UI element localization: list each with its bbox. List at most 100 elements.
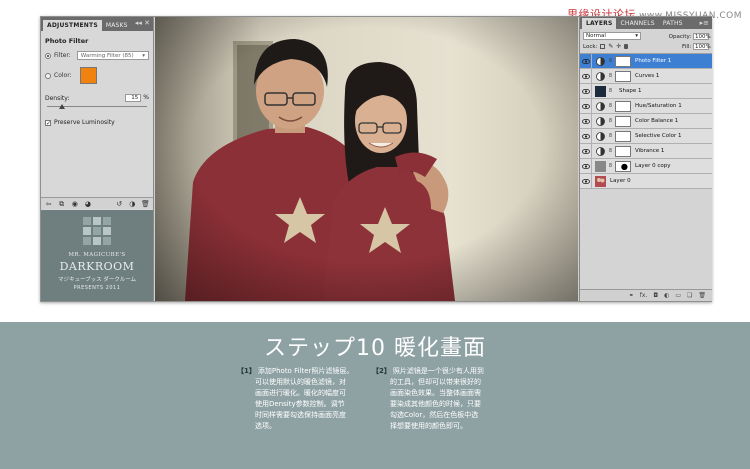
tab-masks[interactable]: MASKS <box>102 20 132 31</box>
step-text: 画面进行暖化。暖化的幅度可 <box>255 389 346 397</box>
layers-panel: LAYERS CHANNELS PATHS ▸≡ Normal ▾ Opacity… <box>579 17 712 301</box>
color-row: Color: <box>41 62 153 86</box>
layer-row[interactable]: 8 Shape 1 <box>580 83 712 99</box>
layer-row[interactable]: 8 Photo Filter 1 <box>580 53 712 69</box>
new-layer-icon[interactable]: ❏ <box>687 292 692 299</box>
new-group-icon[interactable]: ▭ <box>675 292 681 299</box>
color-swatch[interactable] <box>79 67 97 84</box>
trash-icon[interactable]: 🗑 <box>698 292 706 299</box>
new-adjustment-icon[interactable]: ◐ <box>664 292 669 299</box>
density-unit: % <box>143 94 149 101</box>
chevron-down-icon: ▾ <box>142 53 145 59</box>
layer-mask-thumbnail[interactable] <box>615 55 631 67</box>
step-text-line: 时同样需要勾选保持画面亮度 <box>237 410 357 421</box>
filter-select[interactable]: Warming Filter (85) ▾ <box>76 51 149 60</box>
step-text-line: 勾选Color，然后在色板中选 <box>372 410 487 421</box>
link-layers-icon[interactable]: ⚭ <box>629 292 634 299</box>
step-text: 要染成其他颜色的时候，只要 <box>390 400 481 408</box>
preserve-luminosity-label: Preserve Luminosity <box>54 119 115 126</box>
trash-icon[interactable]: 🗑 <box>141 200 150 208</box>
eye-icon[interactable] <box>580 83 592 99</box>
layer-mask-thumbnail[interactable] <box>615 100 631 112</box>
step-text-line: 使用Density参数控制。调节 <box>237 399 357 410</box>
tab-adjustments[interactable]: ADJUSTMENTS <box>43 20 102 31</box>
clip-layer-icon[interactable]: ◉ <box>70 200 79 208</box>
link-chain-icon[interactable]: 8 <box>608 103 613 109</box>
eye-icon[interactable] <box>580 143 592 159</box>
lock-all-icon[interactable] <box>624 44 629 49</box>
link-chain-icon[interactable]: 8 <box>608 73 613 79</box>
step-text-line: 择想要使用的颜色即可。 <box>372 421 487 432</box>
photo-canvas[interactable] <box>155 17 578 301</box>
eye-icon[interactable] <box>580 68 592 84</box>
eye-icon[interactable] <box>580 53 592 69</box>
layer-row[interactable]: Layer 0 <box>580 173 712 189</box>
layer-mask-thumbnail[interactable] <box>615 130 631 142</box>
shape-thumbnail <box>595 85 606 97</box>
visibility-eye-icon[interactable]: ◕ <box>83 200 92 208</box>
layer-mask-thumbnail[interactable] <box>615 145 631 157</box>
eye-icon[interactable] <box>580 98 592 114</box>
layer-row[interactable]: 8 Curves 1 <box>580 68 712 84</box>
layer-name: Hue/Saturation 1 <box>635 103 682 109</box>
layer-mask-thumbnail[interactable] <box>615 70 631 82</box>
adjustments-tabbar: ADJUSTMENTS MASKS ◂◂ ✕ <box>41 17 153 31</box>
link-chain-icon[interactable]: 8 <box>608 133 613 139</box>
layer-row[interactable]: 8 Layer 0 copy <box>580 158 712 174</box>
filter-radio[interactable] <box>45 52 51 59</box>
adjustment-title: Photo Filter <box>45 37 89 45</box>
expand-view-icon[interactable]: ⧉ <box>57 200 66 208</box>
layer-name: Color Balance 1 <box>635 118 679 124</box>
density-input[interactable]: 15 <box>125 94 142 102</box>
preserve-luminosity-checkbox[interactable]: ✓ <box>45 119 51 126</box>
filter-row: Filter: Warming Filter (85) ▾ <box>41 49 153 62</box>
lock-transparent-icon[interactable] <box>600 44 606 49</box>
density-slider[interactable] <box>47 103 147 111</box>
density-row: Density: 15% <box>41 86 153 102</box>
step-text-column-1: 【1】 添加Photo Filter照片滤镜层。 可以使用默认的暖色滤镜，对 画面进行… <box>237 366 357 432</box>
eye-icon[interactable] <box>580 128 592 144</box>
density-slider-thumb[interactable] <box>59 104 65 109</box>
view-previous-icon[interactable]: ↺ <box>115 200 124 208</box>
link-chain-icon[interactable]: 8 <box>608 88 613 94</box>
eye-icon[interactable] <box>580 113 592 129</box>
preserve-luminosity-row: ✓ Preserve Luminosity <box>41 111 153 134</box>
link-chain-icon[interactable]: 8 <box>608 118 613 124</box>
link-chain-icon[interactable]: 8 <box>608 148 613 154</box>
fill-input[interactable]: 100% <box>693 43 711 50</box>
add-mask-icon[interactable]: ◘ <box>653 292 658 299</box>
layer-row[interactable]: 8 Selective Color 1 <box>580 128 712 144</box>
tab-channels[interactable]: CHANNELS <box>616 18 658 29</box>
darkroom-line1: MR. MAGICUBE'S <box>68 252 126 258</box>
panel-collapse-icon[interactable]: ◂◂ ✕ <box>135 19 150 27</box>
opacity-input[interactable]: 100% <box>693 32 711 40</box>
layer-mask-thumbnail[interactable] <box>615 115 631 127</box>
tab-paths[interactable]: PATHS <box>659 18 687 29</box>
layer-row[interactable]: 8 Vibrance 1 <box>580 143 712 159</box>
panel-menu-icon[interactable]: ▸≡ <box>700 19 709 27</box>
eye-icon[interactable] <box>580 158 592 174</box>
lock-move-icon[interactable]: ✛ <box>616 44 621 50</box>
back-arrow-icon[interactable]: ⇦ <box>44 200 53 208</box>
layers-tabbar: LAYERS CHANNELS PATHS ▸≡ <box>580 17 712 29</box>
layer-name: Layer 0 <box>610 178 631 184</box>
eye-icon[interactable] <box>580 173 592 189</box>
link-chain-icon[interactable]: 8 <box>608 58 613 64</box>
layer-name: Layer 0 copy <box>635 163 671 169</box>
layer-list: 8 Photo Filter 1 8 Curves 1 8 Shape 1 8 Hue/Sat… <box>580 53 712 189</box>
fx-icon[interactable]: fx. <box>640 292 648 299</box>
layer-row[interactable]: 8 Hue/Saturation 1 <box>580 98 712 114</box>
color-radio[interactable] <box>45 72 51 79</box>
chevron-down-icon: ▾ <box>635 33 638 39</box>
couple-photo <box>155 17 578 301</box>
tab-layers[interactable]: LAYERS <box>582 18 617 29</box>
reset-icon[interactable]: ◑ <box>128 200 137 208</box>
adjustment-layer-icon <box>595 56 606 67</box>
layer-mask-thumbnail[interactable] <box>615 160 631 172</box>
blend-mode-select[interactable]: Normal ▾ <box>583 32 641 40</box>
cube-grid-logo-icon <box>41 217 153 245</box>
lock-brush-icon[interactable]: ✎ <box>608 44 613 50</box>
link-chain-icon[interactable]: 8 <box>608 163 613 169</box>
layer-row[interactable]: 8 Color Balance 1 <box>580 113 712 129</box>
